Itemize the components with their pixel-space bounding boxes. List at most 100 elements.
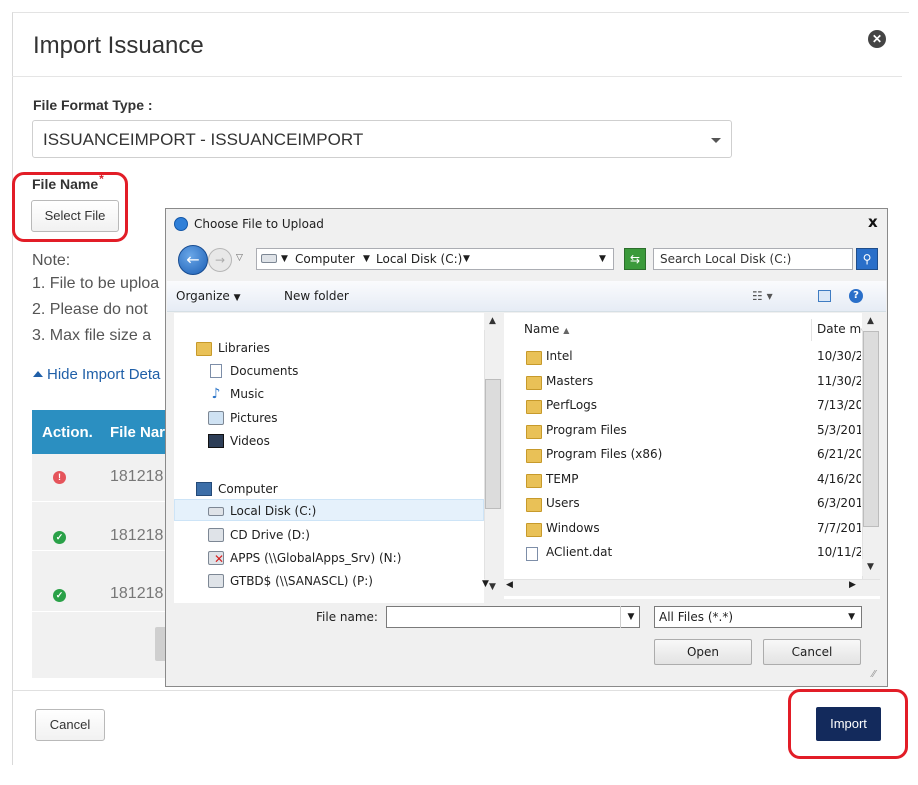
open-button[interactable]: Open <box>654 639 752 665</box>
modal-title: Import Issuance <box>33 32 204 59</box>
nav-item-libraries[interactable]: Libraries <box>218 341 270 355</box>
nav-scroll-thumb[interactable] <box>485 379 501 509</box>
preview-pane-icon[interactable] <box>818 290 831 302</box>
column-name-label: Name <box>524 322 560 336</box>
hide-import-details-label: Hide Import Deta <box>47 366 161 383</box>
file-scroll-thumb[interactable] <box>863 331 879 527</box>
folder-icon <box>526 400 542 414</box>
organize-menu[interactable]: Organize ▼ <box>176 289 241 303</box>
new-folder-button[interactable]: New folder <box>284 289 349 303</box>
drive-icon <box>261 254 277 263</box>
table-cell-file-name: 181218 <box>110 585 164 602</box>
file-list-item-name[interactable]: Users <box>546 496 580 510</box>
folder-icon <box>526 473 542 488</box>
success-status-icon: ✓ <box>53 531 66 544</box>
search-input[interactable]: Search Local Disk (C:) <box>653 248 853 270</box>
column-header-name[interactable]: Name ▲ <box>524 315 569 343</box>
file-list-item-date: 7/13/200 <box>817 398 861 412</box>
nav-item-pictures[interactable]: Pictures <box>230 411 278 425</box>
file-type-select[interactable]: All Files (*.*) ▼ <box>654 606 862 628</box>
horizontal-scrollbar[interactable] <box>504 579 880 596</box>
success-status-icon: ✓ <box>53 589 66 602</box>
file-format-value: ISSUANCEIMPORT - ISSUANCEIMPORT <box>43 130 364 149</box>
scroll-up-icon[interactable]: ▲ <box>862 313 879 330</box>
forward-arrow-icon[interactable]: → <box>208 248 232 272</box>
dialog-title: Choose File to Upload <box>194 217 324 231</box>
folder-icon <box>526 351 542 365</box>
file-list-item-name[interactable]: Masters <box>546 374 593 388</box>
file-list-item-date: 11/30/20 <box>817 373 861 388</box>
dialog-cancel-button[interactable]: Cancel <box>763 639 861 665</box>
column-header-action: Action. <box>42 424 93 441</box>
hide-import-details-link[interactable]: Hide Import Deta <box>33 366 160 383</box>
nav-item-documents[interactable]: Documents <box>230 364 298 378</box>
note-line-3: 3. Max file size a <box>32 327 152 344</box>
close-icon[interactable]: ✕ <box>868 30 886 48</box>
column-header-date[interactable]: Date mo <box>817 315 869 343</box>
file-list-item-date: 10/30/20 <box>817 349 861 363</box>
address-bar[interactable]: ▼ Computer ▼ Local Disk (C:) ▼ ▼ <box>256 248 614 270</box>
file-list-item-name[interactable]: Program Files (x86) <box>546 447 662 461</box>
scroll-up-icon[interactable]: ▲ <box>484 313 501 330</box>
file-list-item-date: 6/3/2019 <box>817 496 861 510</box>
folder-icon <box>526 449 542 463</box>
folder-icon <box>526 522 542 537</box>
network-drive-icon <box>208 574 224 588</box>
file-type-value: All Files (*.*) <box>659 610 734 624</box>
triangle-up-icon <box>33 371 43 377</box>
file-list-item-date: 4/16/201 <box>817 471 861 486</box>
nav-item-videos[interactable]: Videos <box>230 434 270 448</box>
chevron-down-icon[interactable]: ▼ <box>463 249 470 269</box>
nav-item-music[interactable]: Music <box>230 387 264 401</box>
view-options-icon[interactable]: ☷ ▾ <box>752 289 773 303</box>
document-icon <box>210 364 222 378</box>
scroll-left-icon[interactable]: ◀ <box>506 580 513 590</box>
note-line-1: 1. File to be uploa <box>32 275 160 292</box>
column-header-file-name: File Nar <box>110 424 166 441</box>
back-arrow-icon[interactable]: ← <box>178 245 208 275</box>
file-list-item-name[interactable]: Program Files <box>546 423 627 437</box>
footer-divider <box>12 690 902 691</box>
nav-item-cd-drive[interactable]: CD Drive (D:) <box>230 528 310 542</box>
file-list-item-date: 10/11/20 <box>817 545 861 559</box>
breadcrumb-computer[interactable]: Computer <box>295 249 355 269</box>
file-list-item-name[interactable]: Windows <box>546 521 600 535</box>
help-icon[interactable]: ? <box>849 289 863 303</box>
file-name-dropdown-icon[interactable]: ▼ <box>620 606 641 628</box>
file-list-item-name[interactable]: Intel <box>546 349 573 363</box>
nav-item-gtbd-drive[interactable]: GTBD$ (\\SANASCL) (P:) <box>230 574 373 588</box>
pictures-icon <box>208 411 224 425</box>
note-label: Note: <box>32 252 71 269</box>
dialog-close-icon[interactable]: x <box>868 213 878 231</box>
address-dropdown-icon[interactable]: ▼ <box>599 249 606 269</box>
file-list-item-name[interactable]: TEMP <box>546 472 579 486</box>
sort-ascending-icon: ▲ <box>563 326 570 335</box>
folder-icon <box>526 498 542 512</box>
choose-file-dialog: Choose File to Upload x ← → ▽ ▼ Computer… <box>165 208 888 687</box>
search-icon[interactable]: ⚲ <box>856 248 878 270</box>
file-list-item-date: 7/7/2019 <box>817 520 861 535</box>
highlight-select-file <box>12 172 128 242</box>
file-list-item-name[interactable]: AClient.dat <box>546 545 612 559</box>
chevron-down-icon: ▼ <box>848 612 855 622</box>
file-name-input[interactable] <box>386 606 640 628</box>
file-icon <box>526 547 538 561</box>
nav-item-apps-drive[interactable]: APPS (\\GlobalApps_Srv) (N:) <box>230 551 401 565</box>
scroll-down-icon[interactable]: ▼ <box>862 559 879 576</box>
file-list-item-name[interactable]: PerfLogs <box>546 398 597 412</box>
chevron-down-icon: ▼ <box>233 293 241 303</box>
nav-item-local-disk[interactable]: Local Disk (C:) <box>230 504 316 518</box>
chevron-right-icon: ▼ <box>363 254 370 264</box>
table-cell-file-name: 181218 <box>110 468 164 485</box>
breadcrumb-local-disk[interactable]: Local Disk (C:) <box>376 249 462 269</box>
resize-grip-icon[interactable]: ⁄⁄ <box>872 669 875 680</box>
recent-locations-icon[interactable]: ▽ <box>236 253 243 263</box>
scroll-right-icon[interactable]: ▶ <box>849 580 856 590</box>
folder-icon <box>526 424 542 439</box>
scroll-down-icon[interactable]: ▼ <box>482 579 489 589</box>
refresh-icon[interactable]: ⇆ <box>624 248 646 270</box>
cancel-button[interactable]: Cancel <box>35 709 105 741</box>
nav-item-computer[interactable]: Computer <box>218 482 278 496</box>
table-cell-file-name: 181218 <box>110 527 164 544</box>
file-format-select[interactable]: ISSUANCEIMPORT - ISSUANCEIMPORT <box>32 120 732 158</box>
